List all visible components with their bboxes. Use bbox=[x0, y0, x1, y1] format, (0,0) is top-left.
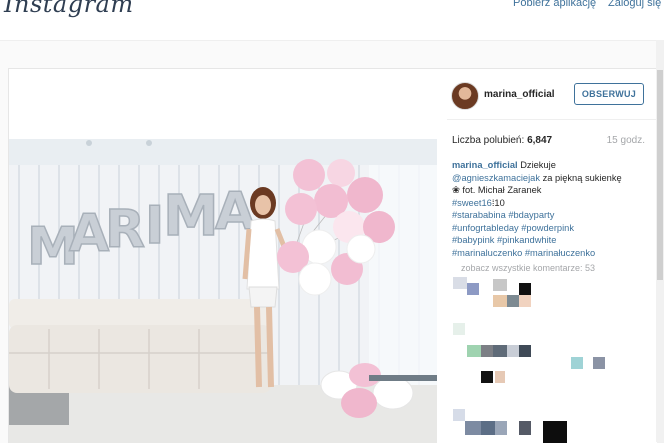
post-caption: marina_official Dziekuje @agnieszkamacie… bbox=[452, 159, 642, 259]
hashtag-link[interactable]: #babypink #pinkandwhite bbox=[452, 235, 556, 245]
hashtag-link[interactable]: #sweet16 bbox=[452, 198, 492, 208]
likes-count: Liczba polubień: 6,847 bbox=[452, 135, 552, 146]
likes-label: Liczba polubień: bbox=[452, 135, 528, 146]
hashtag-link[interactable]: #marinaluczenko #marinałuczenko bbox=[452, 248, 595, 258]
flower-emoji: ❀ bbox=[452, 185, 460, 195]
top-bar: Instagram Pobierz aplikację Zaloguj się bbox=[0, 0, 664, 41]
view-all-comments-link[interactable]: zobacz wszystkie komentarze: 53 bbox=[461, 263, 595, 273]
caption-text: fot. Michał Zaranek bbox=[459, 185, 542, 195]
post-author-username[interactable]: marina_official bbox=[484, 89, 555, 100]
post-sidebar: marina_official OBSERWUJ Liczba polubień… bbox=[447, 69, 664, 443]
avatar[interactable] bbox=[451, 82, 479, 110]
divider bbox=[447, 119, 664, 120]
page-scroll-thumb[interactable] bbox=[657, 70, 663, 280]
balloon-letter: A bbox=[69, 204, 109, 264]
hashtag-link[interactable]: #starababina #bdayparty bbox=[452, 210, 554, 220]
post-timestamp[interactable]: 15 godz. bbox=[607, 135, 645, 146]
follow-button[interactable]: OBSERWUJ bbox=[574, 83, 644, 105]
instagram-logo[interactable]: Instagram bbox=[4, 0, 134, 18]
caption-text: Dziekuje bbox=[517, 160, 556, 170]
post-card: M A R I M A marina_official OBSERWUJ Lic… bbox=[8, 68, 664, 443]
caption-username[interactable]: marina_official bbox=[452, 160, 518, 170]
get-app-link[interactable]: Pobierz aplikację bbox=[513, 0, 596, 9]
caption-text: za piękną sukienkę bbox=[540, 172, 622, 183]
page-scrollbar[interactable] bbox=[656, 40, 664, 442]
login-link[interactable]: Zaloguj się bbox=[608, 0, 661, 9]
caption-text: ⁞10 bbox=[491, 197, 505, 208]
balloon-letter: M bbox=[163, 184, 219, 249]
balloon-letter: R bbox=[105, 200, 145, 260]
hashtag-link[interactable]: #unfogrtableday #powderpink bbox=[452, 223, 574, 233]
likes-number[interactable]: 6,847 bbox=[527, 135, 552, 146]
post-photo-image: M A R I M A bbox=[9, 139, 437, 443]
post-photo[interactable]: M A R I M A bbox=[9, 139, 437, 443]
balloon-letter: I bbox=[145, 196, 164, 256]
caption-mention[interactable]: @agnieszkamaciejak bbox=[452, 173, 540, 183]
